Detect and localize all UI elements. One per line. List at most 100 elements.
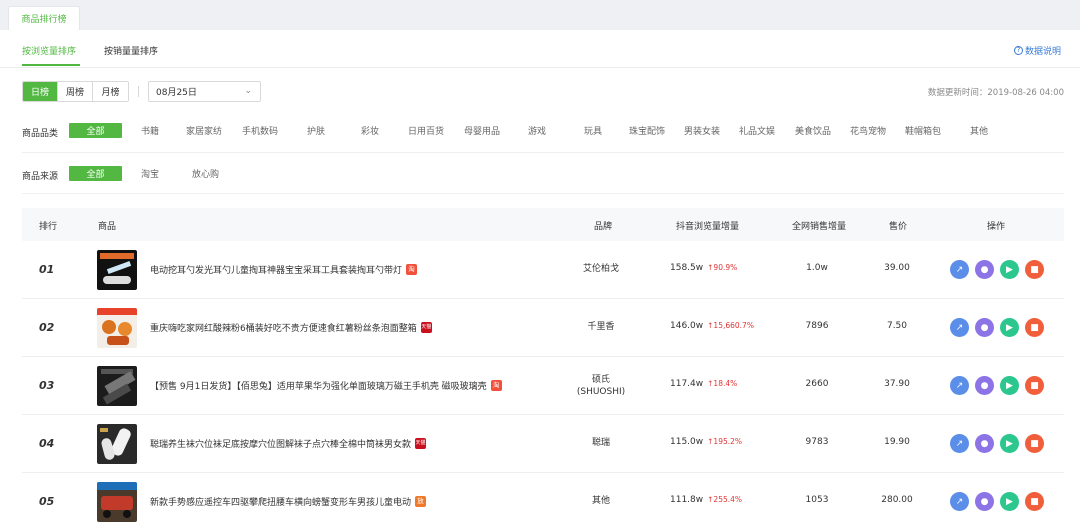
category-chip[interactable]: 鞋帽箱包 bbox=[905, 123, 941, 138]
taobao-tag-icon: 淘 bbox=[406, 264, 418, 275]
active-tab-underline bbox=[22, 64, 80, 66]
product-thumbnail[interactable] bbox=[97, 366, 137, 406]
data-explain-link[interactable]: ? 数据说明 bbox=[1013, 44, 1061, 57]
views-cell: 117.4w ↑18.4% bbox=[670, 379, 737, 389]
views-value: 146.0w bbox=[670, 321, 704, 331]
category-chip[interactable]: 母婴用品 bbox=[464, 123, 500, 138]
data-explain-label: 数据说明 bbox=[1024, 47, 1061, 57]
views-change: ↑15,660.7% bbox=[707, 321, 754, 330]
shop-bag-icon[interactable]: ■ bbox=[1025, 376, 1044, 395]
product-name-link[interactable]: 聪瑞养生袜穴位袜足底按摩穴位图解袜子点穴棒全棉中筒袜男女款 天猫 bbox=[150, 437, 427, 450]
category-chip[interactable]: 美食饮品 bbox=[795, 123, 831, 138]
source-label: 商品来源 bbox=[22, 172, 59, 182]
main-panel: 按浏览量排序 按销量量排序 ? 数据说明 日榜 周榜 月榜 08月25日 ⌄ 数… bbox=[0, 30, 1080, 531]
category-chip[interactable]: 玩具 bbox=[584, 123, 602, 138]
video-play-icon[interactable]: ▶ bbox=[1000, 318, 1019, 337]
views-change: ↑90.9% bbox=[707, 263, 738, 272]
brand: 其他 bbox=[591, 496, 610, 506]
period-weekly-button[interactable]: 周榜 bbox=[58, 82, 93, 101]
table-row: 03 【预售 9月1日发货】【佰思兔】适用苹果华为强化单面玻璃万磁王手机壳 磁吸… bbox=[22, 357, 1064, 415]
views-value: 111.8w bbox=[670, 495, 704, 505]
trend-chart-icon[interactable]: ↗ bbox=[950, 260, 969, 279]
category-chip[interactable]: 珠宝配饰 bbox=[629, 123, 665, 138]
category-chip[interactable]: 家居家纺 bbox=[186, 123, 222, 138]
trend-chart-icon[interactable]: ↗ bbox=[950, 434, 969, 453]
product-thumbnail[interactable] bbox=[97, 424, 137, 464]
col-sales: 全网销售增量 bbox=[792, 222, 847, 232]
shop-bag-icon[interactable]: ■ bbox=[1025, 492, 1044, 511]
category-chip[interactable]: 书籍 bbox=[141, 123, 159, 138]
product-name-link[interactable]: 新款手势感应遥控车四驱攀爬扭腰车横向螃蟹变形车男孩儿童电动 放 bbox=[150, 495, 427, 508]
sales-value: 1053 bbox=[805, 495, 829, 505]
category-chip[interactable]: 手机数码 bbox=[242, 123, 278, 138]
col-price: 售价 bbox=[889, 222, 908, 232]
table-row: 02 重庆嗨吃家网红酸辣粉6桶装好吃不贵方便速食红薯粉丝条泡面整箱 天猫 千里香… bbox=[22, 299, 1064, 357]
price-value: 37.90 bbox=[884, 379, 910, 389]
divider bbox=[138, 86, 139, 97]
row-rank: 04 bbox=[39, 437, 55, 450]
trend-chart-icon[interactable]: ↗ bbox=[950, 376, 969, 395]
source-chip[interactable]: 淘宝 bbox=[141, 166, 159, 181]
category-chip[interactable]: 花鸟宠物 bbox=[850, 123, 886, 138]
row-actions: ↗ ● ▶ ■ bbox=[950, 434, 1044, 453]
user-icon[interactable]: ● bbox=[975, 376, 994, 395]
update-time: 数据更新时间：2019-08-26 04:00 bbox=[927, 88, 1064, 98]
row-rank: 02 bbox=[39, 321, 55, 334]
tmall-tag-icon: 天猫 bbox=[415, 438, 427, 449]
category-chip[interactable]: 游戏 bbox=[528, 123, 546, 138]
video-play-icon[interactable]: ▶ bbox=[1000, 260, 1019, 279]
category-chip[interactable]: 男装女装 bbox=[684, 123, 720, 138]
fangxingou-tag-icon: 放 bbox=[415, 496, 427, 507]
views-value: 117.4w bbox=[670, 379, 704, 389]
video-play-icon[interactable]: ▶ bbox=[1000, 376, 1019, 395]
product-name-link[interactable]: 电动挖耳勺发光耳勺儿童掏耳神器宝宝采耳工具套装掏耳勺带灯 淘 bbox=[150, 263, 418, 276]
source-chip[interactable]: 放心购 bbox=[192, 166, 219, 181]
period-toggle: 日榜 周榜 月榜 bbox=[22, 81, 129, 102]
period-daily-button[interactable]: 日榜 bbox=[23, 82, 58, 101]
user-icon[interactable]: ● bbox=[975, 434, 994, 453]
category-chip[interactable]: 礼品文娱 bbox=[739, 123, 775, 138]
category-filter: 商品品类 全部 书籍 家居家纺 手机数码 护肤 彩妆 日用百货 母婴用品 游戏 … bbox=[0, 118, 1080, 146]
tab-product-ranking[interactable]: 商品排行榜 bbox=[8, 6, 80, 30]
product-name-link[interactable]: 【预售 9月1日发货】【佰思兔】适用苹果华为强化单面玻璃万磁王手机壳 磁吸玻璃壳… bbox=[150, 379, 502, 392]
product-thumbnail[interactable] bbox=[97, 250, 137, 290]
user-icon[interactable]: ● bbox=[975, 318, 994, 337]
tab-sort-by-sales[interactable]: 按销量量排序 bbox=[104, 44, 158, 57]
col-brand: 品牌 bbox=[594, 222, 613, 232]
product-name-link[interactable]: 重庆嗨吃家网红酸辣粉6桶装好吃不贵方便速食红薯粉丝条泡面整箱 天猫 bbox=[150, 321, 432, 334]
product-thumbnail[interactable] bbox=[97, 482, 137, 522]
category-chip-all[interactable]: 全部 bbox=[69, 123, 122, 138]
row-actions: ↗ ● ▶ ■ bbox=[950, 260, 1044, 279]
shop-bag-icon[interactable]: ■ bbox=[1025, 318, 1044, 337]
product-thumbnail[interactable] bbox=[97, 308, 137, 348]
video-play-icon[interactable]: ▶ bbox=[1000, 492, 1019, 511]
trend-chart-icon[interactable]: ↗ bbox=[950, 318, 969, 337]
product-name: 【预售 9月1日发货】【佰思兔】适用苹果华为强化单面玻璃万磁王手机壳 磁吸玻璃壳 bbox=[150, 382, 487, 392]
col-rank: 排行 bbox=[39, 222, 58, 232]
category-chip[interactable]: 日用百货 bbox=[408, 123, 444, 138]
trend-chart-icon[interactable]: ↗ bbox=[950, 492, 969, 511]
shop-bag-icon[interactable]: ■ bbox=[1025, 434, 1044, 453]
shop-bag-icon[interactable]: ■ bbox=[1025, 260, 1044, 279]
brand: 千里香 bbox=[587, 322, 615, 332]
category-chip[interactable]: 其他 bbox=[970, 123, 988, 138]
user-icon[interactable]: ● bbox=[975, 492, 994, 511]
video-play-icon[interactable]: ▶ bbox=[1000, 434, 1019, 453]
row-rank: 05 bbox=[39, 495, 55, 508]
category-chip[interactable]: 彩妆 bbox=[361, 123, 379, 138]
top-tab-bar: 商品排行榜 bbox=[0, 0, 1080, 30]
sales-value: 2660 bbox=[805, 379, 829, 389]
source-chip-all[interactable]: 全部 bbox=[69, 166, 122, 181]
brand: 硕氏 (SHUOSHI) bbox=[576, 375, 626, 397]
period-monthly-button[interactable]: 月榜 bbox=[93, 82, 128, 101]
sales-value: 7896 bbox=[805, 321, 829, 331]
user-icon[interactable]: ● bbox=[975, 260, 994, 279]
date-select[interactable]: 08月25日 ⌄ bbox=[148, 81, 261, 102]
divider bbox=[22, 193, 1064, 194]
category-label: 商品品类 bbox=[22, 129, 59, 139]
product-name: 电动挖耳勺发光耳勺儿童掏耳神器宝宝采耳工具套装掏耳勺带灯 bbox=[150, 266, 403, 276]
row-rank: 03 bbox=[39, 379, 55, 392]
col-product: 商品 bbox=[98, 222, 117, 232]
category-chip[interactable]: 护肤 bbox=[307, 123, 325, 138]
tab-sort-by-views[interactable]: 按浏览量排序 bbox=[22, 44, 76, 57]
